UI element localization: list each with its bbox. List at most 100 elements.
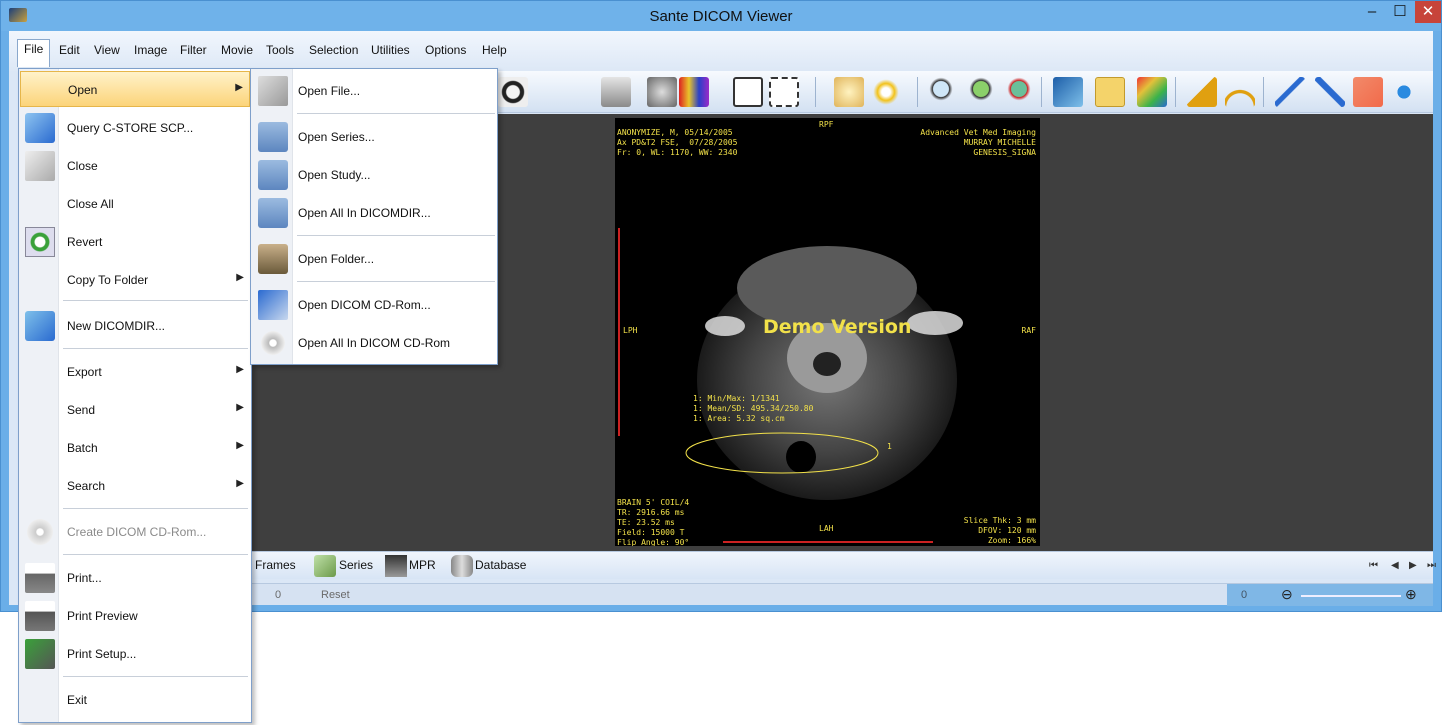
roi-label: 1 [887, 442, 892, 451]
overlay-bottom-left: BRAIN 5' COIL/4 TR: 2916.66 ms TE: 23.52… [617, 498, 690, 546]
image-fit-icon[interactable] [769, 77, 799, 107]
dicom-image[interactable]: ANONYMIZE, M, 05/14/2005 Ax PD&T2 FSE, 0… [615, 118, 1040, 546]
overlay-top-right: Advanced Vet Med Imaging MURRAY MICHELLE… [920, 128, 1036, 157]
xray-lungs-icon[interactable] [647, 77, 677, 107]
menu-help[interactable]: Help [476, 41, 513, 61]
submenu-item-open-file[interactable]: Open File... [252, 73, 496, 109]
tab-mpr[interactable]: MPR [409, 558, 436, 576]
menu-item-print-preview[interactable]: Print Preview [20, 598, 250, 634]
cd-rom-icon [258, 290, 288, 320]
protractor-icon[interactable] [1225, 77, 1255, 107]
tab-series[interactable]: Series [339, 558, 373, 576]
submenu-item-open-folder[interactable]: Open Folder... [252, 241, 496, 277]
menu-item-print-setup[interactable]: Print Setup... [20, 636, 250, 672]
submenu-item-open-cd-rom[interactable]: Open DICOM CD-Rom... [252, 287, 496, 323]
submenu-arrow-icon: ▶ [236, 402, 244, 413]
revert-icon [25, 227, 55, 257]
menu-view[interactable]: View [88, 41, 126, 61]
menu-options[interactable]: Options [419, 41, 472, 61]
window-title: Sante DICOM Viewer [649, 8, 793, 25]
network-computer-icon [25, 113, 55, 143]
overlay-right-mid: RAF [1021, 326, 1036, 335]
next-frame-button[interactable]: ▶ [1409, 560, 1417, 571]
file-menu: Open ▶ Query C-STORE SCP... Close Close … [18, 68, 252, 723]
menu-edit[interactable]: Edit [53, 41, 86, 61]
zoom-control: 0 ⊖ ⊕ [1227, 584, 1433, 606]
zoom-slider[interactable] [1301, 595, 1401, 597]
submenu-item-open-study[interactable]: Open Study... [252, 157, 496, 193]
brightness-icon[interactable] [871, 77, 901, 107]
zoom-value: 0 [1241, 589, 1248, 601]
print-preview-icon [25, 601, 55, 631]
first-frame-button[interactable]: ⏮ [1369, 560, 1378, 571]
submenu-item-open-all-cd-rom[interactable]: Open All In DICOM CD-Rom [252, 325, 496, 361]
menu-utilities[interactable]: Utilities [365, 41, 416, 61]
prev-frame-button[interactable]: ◀ [1391, 560, 1399, 571]
menu-item-exit[interactable]: Exit [20, 682, 250, 718]
xray-chest-icon[interactable] [601, 77, 631, 107]
print-setup-icon [25, 639, 55, 669]
zoom-out-button[interactable]: ⊖ [1281, 586, 1293, 603]
cd-icon [25, 517, 55, 547]
color-palette-icon[interactable] [679, 77, 709, 107]
color-map-icon[interactable] [1137, 77, 1167, 107]
submenu-item-open-series[interactable]: Open Series... [252, 119, 496, 155]
close-window-button[interactable]: ✕ [1415, 1, 1441, 23]
menu-filter[interactable]: Filter [174, 41, 213, 61]
menu-item-copy-to-folder[interactable]: Copy To Folder ▶ [20, 262, 250, 298]
menu-image[interactable]: Image [128, 41, 173, 61]
overlay-top-left: ANONYMIZE, M, 05/14/2005 Ax PD&T2 FSE, 0… [617, 128, 738, 157]
pencil-icon[interactable] [1275, 77, 1305, 107]
status-reset: Reset [321, 589, 350, 601]
database-icon[interactable] [451, 555, 473, 577]
menu-item-open[interactable]: Open ▶ [20, 71, 250, 107]
tab-database[interactable]: Database [475, 558, 526, 576]
submenu-arrow-icon: ▶ [236, 440, 244, 451]
title-bar[interactable]: Sante DICOM Viewer – ☐ ✕ [1, 1, 1441, 31]
menu-item-create-cd-rom: Create DICOM CD-Rom... [20, 514, 250, 550]
eye-icon[interactable] [498, 77, 528, 107]
printer-icon [25, 563, 55, 593]
submenu-arrow-icon: ▶ [235, 82, 243, 93]
tab-frames[interactable]: Frames [255, 558, 296, 576]
image-window-icon[interactable] [733, 77, 763, 107]
status-bar: 0 Reset 0 ⊖ ⊕ [251, 583, 1433, 606]
pan-hand-icon[interactable] [834, 77, 864, 107]
annotation-icon[interactable] [1053, 77, 1083, 107]
zoom-fit-icon[interactable] [1007, 77, 1037, 107]
zoom-in-button[interactable]: ⊕ [1405, 586, 1417, 603]
dicomdir-folder-icon [258, 198, 288, 228]
menu-item-export[interactable]: Export ▶ [20, 354, 250, 390]
menu-item-close-all[interactable]: Close All [20, 186, 250, 222]
menu-item-new-dicomdir[interactable]: New DICOMDIR... [20, 308, 250, 344]
eraser-icon[interactable] [1353, 77, 1383, 107]
folder-icon [258, 160, 288, 190]
menu-item-batch[interactable]: Batch ▶ [20, 430, 250, 466]
minimize-button[interactable]: – [1359, 1, 1385, 23]
menu-item-close[interactable]: Close [20, 148, 250, 184]
menu-file[interactable]: File [17, 39, 51, 67]
overlay-bottom-right: Slice Thk: 3 mm DFOV: 120 mm Zoom: 166% [963, 516, 1036, 545]
magnify-icon[interactable] [929, 77, 959, 107]
menu-tools[interactable]: Tools [260, 41, 300, 61]
angle-icon[interactable] [1187, 77, 1217, 107]
menu-item-print[interactable]: Print... [20, 560, 250, 596]
series-icon[interactable] [314, 555, 336, 577]
submenu-arrow-icon: ▶ [236, 364, 244, 375]
mpr-icon[interactable] [385, 555, 407, 577]
submenu-arrow-icon: ▶ [236, 478, 244, 489]
menu-item-revert[interactable]: Revert [20, 224, 250, 260]
arrow-icon[interactable] [1315, 77, 1345, 107]
bottom-tab-bar: Frames Series MPR Database ⏮ ◀ ▶ ⏭ [251, 551, 1436, 579]
menu-item-send[interactable]: Send ▶ [20, 392, 250, 428]
zoom-region-icon[interactable] [969, 77, 999, 107]
submenu-item-open-all-dicomdir[interactable]: Open All In DICOMDIR... [252, 195, 496, 231]
last-frame-button[interactable]: ⏭ [1427, 560, 1436, 571]
menu-movie[interactable]: Movie [215, 41, 259, 61]
menu-item-search[interactable]: Search ▶ [20, 468, 250, 504]
move-icon[interactable] [1389, 77, 1419, 107]
menu-selection[interactable]: Selection [303, 41, 364, 61]
maximize-button[interactable]: ☐ [1387, 1, 1413, 23]
roi-stats-icon[interactable] [1095, 77, 1125, 107]
menu-item-query-cstore[interactable]: Query C-STORE SCP... [20, 110, 250, 146]
